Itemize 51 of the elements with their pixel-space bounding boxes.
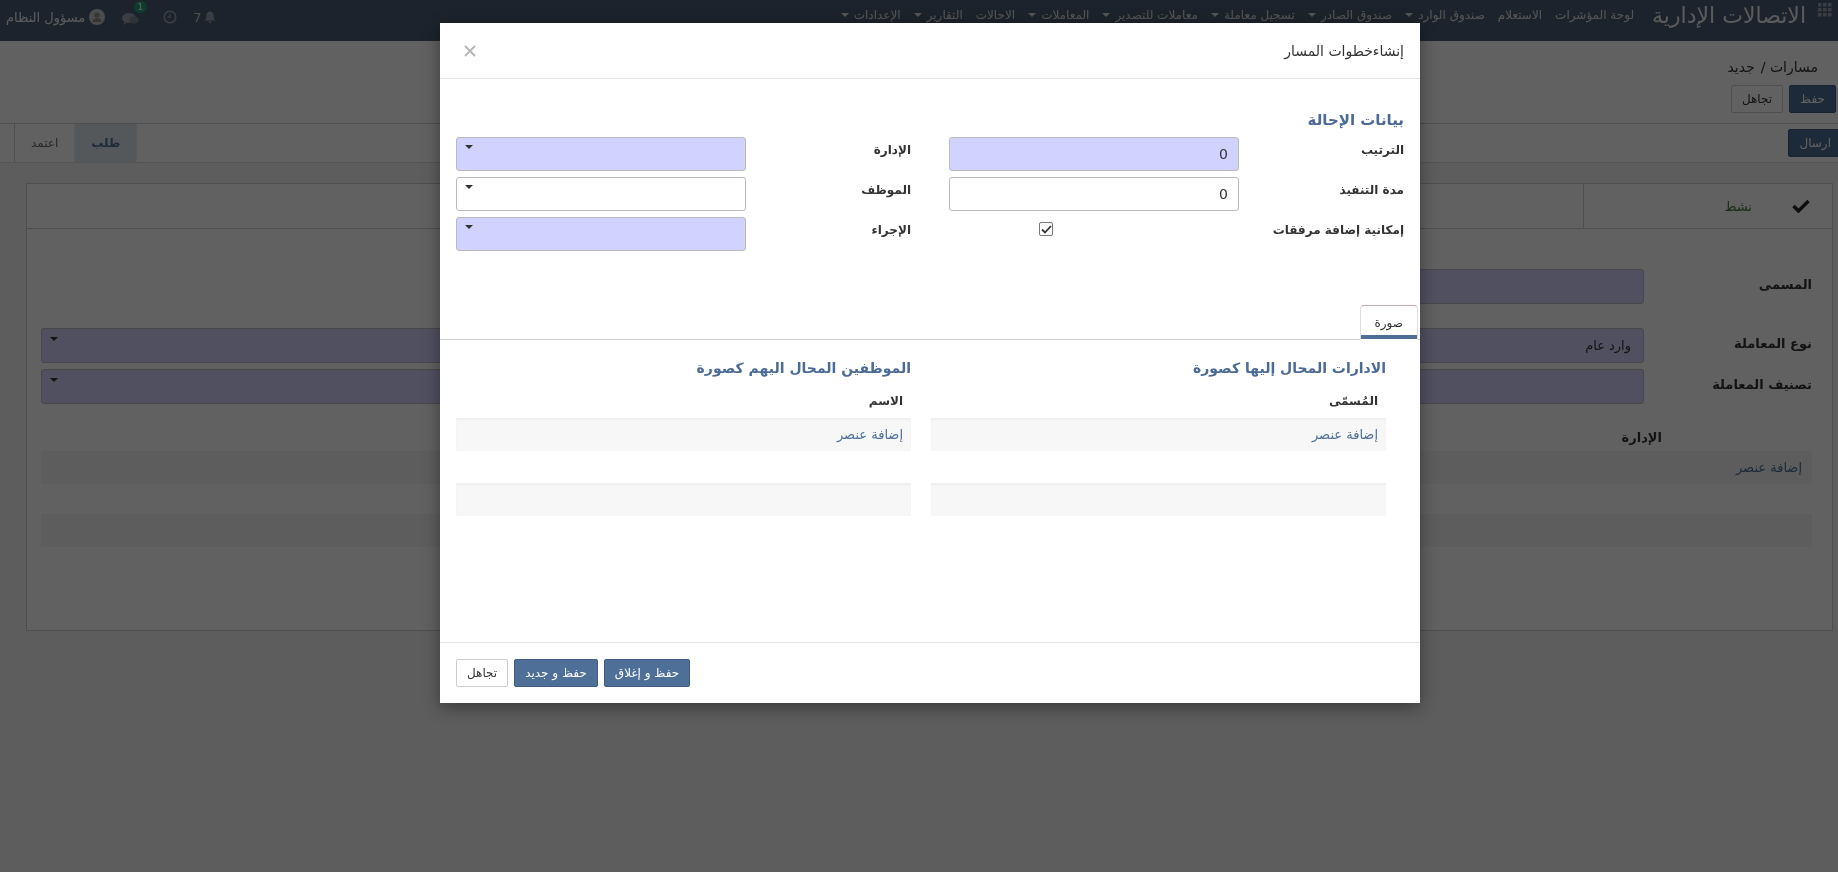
column-header: المُسمّى [1327, 394, 1379, 410]
list-title: الادارات المحال إليها كصورة [1192, 360, 1386, 376]
save-button[interactable]: حفظ و إغلاق [603, 659, 691, 687]
field-label: نوع المعاملة [1733, 335, 1812, 351]
column-header: الاسم [867, 394, 904, 410]
select-field[interactable] [456, 217, 746, 251]
list-title: الموظفين المحال اليهم كصورة [695, 360, 911, 376]
discard-button[interactable]: تجاهل [1730, 85, 1784, 113]
checkbox[interactable] [1039, 222, 1053, 236]
chat-badge: 1 [133, 1, 148, 13]
add-item-link[interactable]: إضافة عنصر [836, 427, 903, 442]
toggle-label: نشط [1724, 198, 1752, 214]
number-field[interactable]: 0 [949, 177, 1239, 211]
status-stage[interactable]: طلب [75, 124, 138, 162]
select-field[interactable] [456, 137, 746, 171]
field-label: تصنيف المعاملة [1711, 376, 1812, 392]
caret-icon [465, 185, 473, 189]
close-icon[interactable] [464, 44, 476, 57]
field-label: الإجراء [870, 222, 911, 237]
caret-icon [50, 378, 58, 382]
dialog-title: إنشاءخطوات المسار [1284, 42, 1404, 59]
field-label: إمكانية إضافة مرفقات [1271, 222, 1404, 237]
apps-grid-icon[interactable] [1818, 3, 1832, 17]
save-button[interactable]: حفظ [1789, 85, 1836, 113]
avatar-icon [89, 9, 106, 25]
bell-icon [203, 10, 216, 24]
check-icon [1792, 199, 1810, 213]
caret-icon [50, 337, 58, 341]
active-toggle[interactable]: نشط [1583, 184, 1832, 228]
field-label: مدة التنفيذ [1338, 182, 1404, 197]
caret-icon [465, 145, 473, 149]
field-label: الإدارة [872, 142, 911, 157]
tab[interactable]: صورة [1359, 305, 1418, 340]
add-item-link[interactable]: إضافة عنصر [1735, 460, 1802, 475]
send-button[interactable]: ارسال [1788, 129, 1838, 157]
column-header: الإدارة [1621, 429, 1663, 447]
breadcrumb-current: جديد [1727, 59, 1755, 75]
clock-icon[interactable] [163, 10, 178, 24]
field-label: الترتيب [1359, 142, 1404, 157]
status-stage[interactable]: اعتمد [15, 124, 76, 162]
discard-button[interactable]: تجاهل [456, 659, 509, 687]
add-item-link[interactable]: إضافة عنصر [1311, 427, 1378, 442]
number-field[interactable]: 0 [949, 137, 1239, 171]
select-field[interactable] [456, 177, 746, 211]
save-button[interactable]: حفظ و جديد [514, 659, 598, 687]
section-title: بيانات الإحالة [1306, 110, 1405, 131]
field-label: المسمى [1757, 276, 1812, 292]
breadcrumb-link[interactable]: مسارات / [1760, 59, 1818, 75]
caret-icon [465, 225, 473, 229]
field-label: الموظف [860, 182, 911, 197]
chat-button[interactable]: 1 [121, 1, 148, 26]
